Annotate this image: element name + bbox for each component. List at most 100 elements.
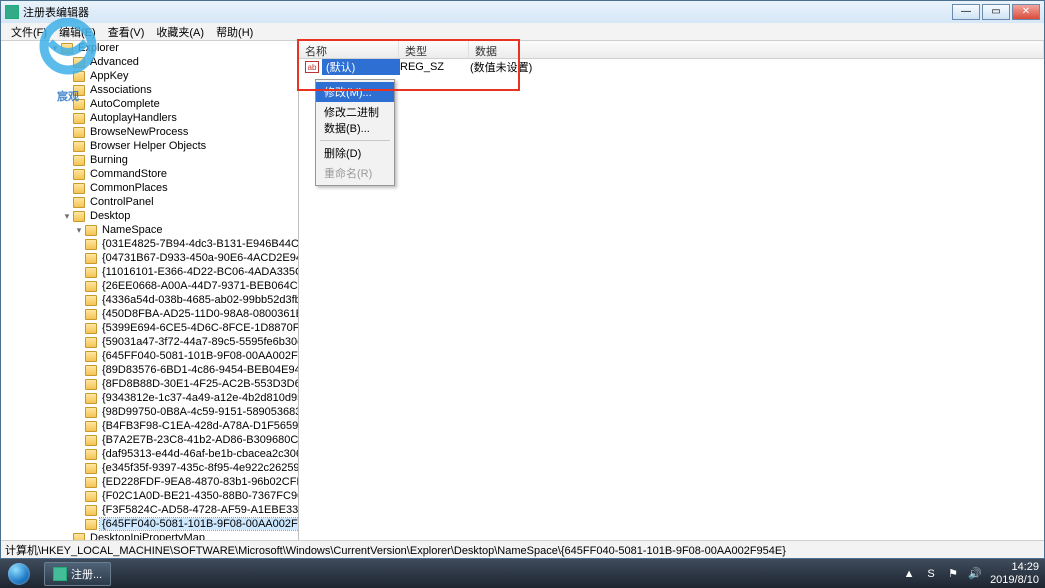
tree-item[interactable]: {031E4825-7B94-4dc3-B131-E946B44C8DD5}: [1, 237, 298, 251]
tree-twisty-icon[interactable]: ▾: [73, 225, 85, 236]
folder-icon: [61, 43, 73, 54]
tree-twisty-icon[interactable]: ▾: [49, 43, 61, 54]
tree-item[interactable]: ▾ Explorer: [1, 41, 298, 55]
tree-item[interactable]: Browser Helper Objects: [1, 139, 298, 153]
tree-item[interactable]: {26EE0668-A00A-44D7-9371-BEB064C98683}: [1, 279, 298, 293]
col-name[interactable]: 名称: [299, 41, 399, 58]
tree-label: {11016101-E366-4D22-BC06-4ADA335C892B}: [100, 266, 299, 278]
string-icon: ab: [305, 61, 319, 73]
value-data: (数值未设置): [470, 59, 1044, 75]
tree-item[interactable]: AppKey: [1, 69, 298, 83]
tree-item[interactable]: {04731B67-D933-450a-90E6-4ACD2E9408FE}: [1, 251, 298, 265]
tree-label: Advanced: [88, 56, 141, 68]
tree-item[interactable]: {450D8FBA-AD25-11D0-98A8-0800361B1103}: [1, 307, 298, 321]
tree-item[interactable]: {B7A2E7B-23C8-41b2-AD86-B309680C67E}: [1, 433, 298, 447]
menu-help[interactable]: 帮助(H): [210, 23, 259, 41]
tree-label: ControlPanel: [88, 196, 156, 208]
menu-favorites[interactable]: 收藏夹(A): [150, 23, 210, 41]
menu-view[interactable]: 查看(V): [102, 23, 151, 41]
tree-label: Browser Helper Objects: [88, 140, 208, 152]
folder-icon: [85, 337, 97, 348]
tree-item[interactable]: {9343812e-1c37-4a49-a12e-4b2d810d956b}: [1, 391, 298, 405]
value-list: 名称 类型 数据 ab (默认) REG_SZ (数值未设置) 修改(M)...…: [299, 41, 1044, 540]
tree-label: CommandStore: [88, 168, 169, 180]
tree-item[interactable]: {11016101-E366-4D22-BC06-4ADA335C892B}: [1, 265, 298, 279]
tree-label: {450D8FBA-AD25-11D0-98A8-0800361B1103}: [100, 308, 299, 320]
tree-label: {26EE0668-A00A-44D7-9371-BEB064C98683}: [100, 280, 299, 292]
tree-item[interactable]: {89D83576-6BD1-4c86-9454-BEB04E94C819}: [1, 363, 298, 377]
folder-icon: [85, 435, 97, 446]
titlebar[interactable]: 注册表编辑器 — ▭ ✕: [1, 1, 1044, 23]
tree-item[interactable]: {645FF040-5081-101B-9F08-00AA002F954E}: [1, 349, 298, 363]
minimize-button[interactable]: —: [952, 4, 980, 20]
start-button[interactable]: [0, 559, 38, 588]
tray-volume-icon[interactable]: 🔊: [968, 567, 982, 581]
taskbar-item-regedit[interactable]: 注册...: [44, 562, 111, 586]
list-header[interactable]: 名称 类型 数据: [299, 41, 1044, 59]
tree-item[interactable]: Advanced: [1, 55, 298, 69]
folder-icon: [73, 169, 85, 180]
folder-icon: [85, 519, 97, 530]
tree-item[interactable]: {645FF040-5081-101B-9F08-00AA002F954E}: [1, 517, 298, 531]
list-body[interactable]: ab (默认) REG_SZ (数值未设置) 修改(M)... 修改二进制数据(…: [299, 59, 1044, 540]
status-path: 计算机\HKEY_LOCAL_MACHINE\SOFTWARE\Microsof…: [5, 542, 786, 558]
tree-label: Explorer: [76, 42, 121, 54]
tree-label: {ED228FDF-9EA8-4870-83b1-96b02CFF0D52}: [100, 476, 299, 488]
taskbar-clock[interactable]: 14:29 2019/8/10: [990, 561, 1039, 585]
tree-item[interactable]: ▾NameSpace: [1, 223, 298, 237]
tree-item[interactable]: {8FD8B88D-30E1-4F25-AC2B-553D3D65F0EA}: [1, 377, 298, 391]
tree-label: {8FD8B88D-30E1-4F25-AC2B-553D3D65F0EA}: [100, 378, 299, 390]
system-tray[interactable]: ▲ S ⚑ 🔊 14:29 2019/8/10: [896, 561, 1045, 585]
registry-tree[interactable]: ▾ Explorer AdvancedAppKeyAssociationsAutoC…: [1, 41, 299, 540]
context-menu: 修改(M)... 修改二进制数据(B)... 删除(D) 重命名(R): [315, 79, 395, 186]
tree-item[interactable]: BrowseNewProcess: [1, 125, 298, 139]
tree-item[interactable]: {ED228FDF-9EA8-4870-83b1-96b02CFF0D52}: [1, 475, 298, 489]
folder-icon: [85, 491, 97, 502]
tree-item[interactable]: {98D99750-0B8A-4c59-9151-589053683D73}: [1, 405, 298, 419]
tree-item[interactable]: {daf95313-e44d-46af-be1b-cbacea2c3065}: [1, 447, 298, 461]
folder-icon: [73, 155, 85, 166]
tray-ime-icon[interactable]: S: [924, 567, 938, 581]
taskbar[interactable]: 注册... ▲ S ⚑ 🔊 14:29 2019/8/10: [0, 559, 1045, 588]
tree-item[interactable]: {4336a54d-038b-4685-ab02-99bb52d3fb8b}: [1, 293, 298, 307]
tree-item[interactable]: ▾Desktop: [1, 209, 298, 223]
tree-item[interactable]: {e345f35f-9397-435c-8f95-4e922c26259e}: [1, 461, 298, 475]
tray-flag-icon[interactable]: ⚑: [946, 567, 960, 581]
list-row[interactable]: ab (默认) REG_SZ (数值未设置): [299, 59, 1044, 75]
tree-item[interactable]: CommandStore: [1, 167, 298, 181]
tree-label: {5399E694-6CE5-4D6C-8FCE-1D8870FDCBA0}: [100, 322, 299, 334]
ctx-rename: 重命名(R): [316, 163, 394, 183]
tree-item[interactable]: DesktopIniPropertyMap: [1, 531, 298, 540]
tree-label: {89D83576-6BD1-4c86-9454-BEB04E94C819}: [100, 364, 299, 376]
tree-label: {B7A2E7B-23C8-41b2-AD86-B309680C67E}: [100, 434, 299, 446]
tree-item[interactable]: {F02C1A0D-BE21-4350-88B0-7367FC96EF3C}: [1, 489, 298, 503]
tree-item[interactable]: Associations: [1, 83, 298, 97]
maximize-button[interactable]: ▭: [982, 4, 1010, 20]
tree-item[interactable]: {F3F5824C-AD58-4728-AF59-A1EBE3392799}: [1, 503, 298, 517]
tree-item[interactable]: {B4FB3F98-C1EA-428d-A78A-D1F5659CBA93}: [1, 419, 298, 433]
tree-item[interactable]: AutoComplete: [1, 97, 298, 111]
tree-item[interactable]: {59031a47-3f72-44a7-89c5-5595fe6b30ee}: [1, 335, 298, 349]
tree-label: CommonPlaces: [88, 182, 170, 194]
col-data[interactable]: 数据: [469, 41, 1044, 58]
tree-item[interactable]: ControlPanel: [1, 195, 298, 209]
tree-twisty-icon[interactable]: ▾: [61, 211, 73, 222]
tree-item[interactable]: CommonPlaces: [1, 181, 298, 195]
tree-item[interactable]: {5399E694-6CE5-4D6C-8FCE-1D8870FDCBA0}: [1, 321, 298, 335]
tree-label: {9343812e-1c37-4a49-a12e-4b2d810d956b}: [100, 392, 299, 404]
task-app-icon: [53, 567, 67, 581]
menu-edit[interactable]: 编辑(E): [53, 23, 102, 41]
menu-file[interactable]: 文件(F): [5, 23, 53, 41]
tray-up-icon[interactable]: ▲: [902, 567, 916, 581]
col-type[interactable]: 类型: [399, 41, 469, 58]
value-name[interactable]: (默认): [322, 59, 400, 75]
tree-item[interactable]: AutoplayHandlers: [1, 111, 298, 125]
tree-label: {F02C1A0D-BE21-4350-88B0-7367FC96EF3C}: [100, 490, 299, 502]
tree-label: {daf95313-e44d-46af-be1b-cbacea2c3065}: [100, 448, 299, 460]
value-type: REG_SZ: [400, 61, 470, 73]
tree-item[interactable]: Burning: [1, 153, 298, 167]
ctx-modify-binary[interactable]: 修改二进制数据(B)...: [316, 102, 394, 138]
ctx-modify[interactable]: 修改(M)...: [316, 82, 394, 102]
ctx-delete[interactable]: 删除(D): [316, 143, 394, 163]
close-button[interactable]: ✕: [1012, 4, 1040, 20]
